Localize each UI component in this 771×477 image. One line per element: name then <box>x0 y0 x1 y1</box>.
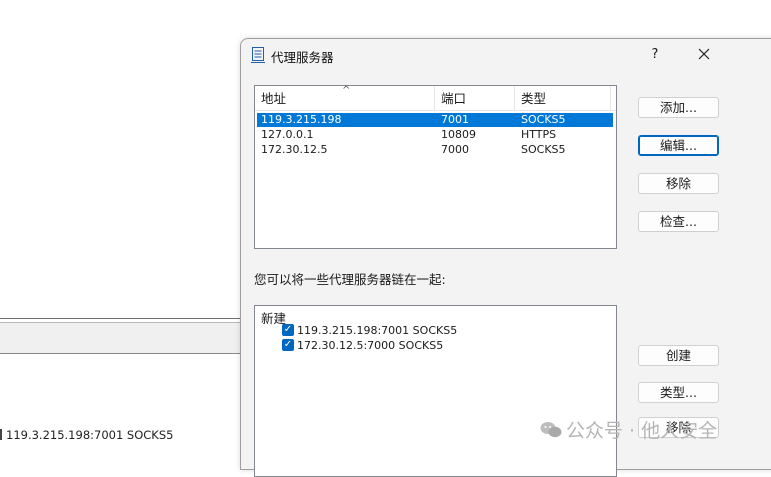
proxy-address: 172.30.12.5 <box>261 143 328 156</box>
proxy-port: 7000 <box>441 143 469 156</box>
proxy-address: 119.3.215.198 <box>261 113 342 126</box>
remove-button[interactable]: 移除 <box>638 173 719 194</box>
proxy-type: HTTPS <box>521 128 557 141</box>
checkbox-checked-icon[interactable]: ✓ <box>282 339 294 351</box>
chain-description: 您可以将一些代理服务器链在一起: <box>254 272 446 287</box>
proxy-type: SOCKS5 <box>521 113 566 126</box>
column-address[interactable]: 地址 ^ <box>255 85 435 110</box>
proxy-row[interactable]: 127.0.0.1 10809 HTTPS <box>257 128 613 142</box>
remove-chain-button[interactable]: 移除 <box>638 417 719 438</box>
proxy-server-icon <box>251 47 265 63</box>
proxy-row-selected[interactable]: 119.3.215.198 7001 SOCKS5 <box>257 113 613 127</box>
close-button[interactable] <box>693 44 715 66</box>
chain-item-label: 119.3.215.198:7001 SOCKS5 <box>297 324 458 337</box>
background-toolbar-strip <box>0 323 244 354</box>
add-button[interactable]: 添加... <box>638 97 719 118</box>
proxy-port: 7001 <box>441 113 469 126</box>
dialog-title: 代理服务器 <box>271 50 334 65</box>
checkbox-checked-icon[interactable]: ✓ <box>282 324 294 336</box>
column-port[interactable]: 端口 <box>435 86 515 110</box>
proxy-chain-tree[interactable]: 新建 ✓ 119.3.215.198:7001 SOCKS5 ✓ 172.30.… <box>254 305 617 477</box>
proxy-list-header: 地址 ^ 端口 类型 <box>255 85 616 111</box>
chain-item-label: 172.30.12.5:7000 SOCKS5 <box>297 339 444 352</box>
proxy-server-dialog: 代理服务器 ? 地址 ^ 端口 类型 119.3.215.198 7001 SO… <box>240 38 771 477</box>
proxy-port: 10809 <box>441 128 476 141</box>
background-divider <box>0 318 244 319</box>
help-button[interactable]: ? <box>645 45 665 65</box>
proxy-list[interactable]: 地址 ^ 端口 类型 119.3.215.198 7001 SOCKS5 127… <box>254 85 617 249</box>
proxy-type: SOCKS5 <box>521 143 566 156</box>
sort-ascending-icon: ^ <box>342 85 351 96</box>
column-type[interactable]: 类型 <box>515 86 611 110</box>
close-icon <box>698 48 710 60</box>
column-address-label: 地址 <box>261 91 287 106</box>
edit-button[interactable]: 编辑... <box>638 135 719 156</box>
proxy-address: 127.0.0.1 <box>261 128 314 141</box>
proxy-row[interactable]: 172.30.12.5 7000 SOCKS5 <box>257 143 613 157</box>
check-button[interactable]: 检查... <box>638 211 719 232</box>
dialog-titlebar[interactable]: 代理服务器 ? <box>241 39 771 71</box>
create-chain-button[interactable]: 创建 <box>638 345 719 366</box>
chain-type-button[interactable]: 类型... <box>638 382 719 403</box>
background-status-line: 119.3.215.198:7001 SOCKS5 <box>0 428 173 442</box>
status-marker-icon <box>0 429 2 440</box>
status-text: 119.3.215.198:7001 SOCKS5 <box>6 428 174 442</box>
